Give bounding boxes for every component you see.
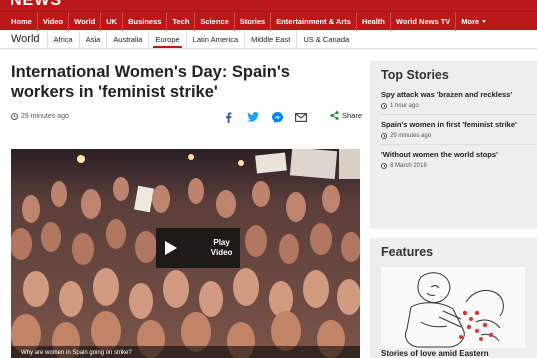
share-icon (330, 111, 339, 120)
subnav-europe[interactable]: Europe (148, 30, 185, 48)
chevron-down-icon (482, 19, 487, 23)
twitter-icon (247, 112, 259, 122)
nav-video[interactable]: Video (38, 11, 70, 31)
nav-world[interactable]: World (69, 11, 102, 31)
article-meta: 29 minutes ago (11, 113, 69, 120)
subnav-australia[interactable]: Australia (106, 30, 148, 48)
top-story-time: 1 hour ago (381, 103, 531, 109)
top-story-time: 29 minutes ago (381, 133, 531, 139)
subnav-asia[interactable]: Asia (78, 30, 107, 48)
nav-science[interactable]: Science (195, 11, 235, 31)
top-banner: NEWS (0, 0, 537, 11)
brand-logo[interactable]: NEWS (10, 0, 62, 10)
share-label: Share (342, 111, 363, 120)
article-headline: International Women's Day: Spain's worke… (11, 63, 290, 101)
main-navigation: Home Video World UK Business Tech Scienc… (0, 11, 537, 31)
feature-illustration-drawing (381, 267, 525, 348)
clock-icon (11, 113, 18, 120)
nav-entertainment-arts[interactable]: Entertainment & Arts (271, 11, 357, 31)
top-story-timestamp: 29 minutes ago (390, 133, 432, 139)
article-timestamp: 29 minutes ago (21, 113, 69, 120)
subnav-us-canada[interactable]: US & Canada (296, 30, 355, 48)
top-story-timestamp: 8 March 2018 (390, 163, 427, 169)
section-navigation: World Africa Asia Australia Europe Latin… (0, 30, 537, 49)
features-title: Features (381, 245, 434, 259)
top-stories-panel: Top Stories Spy attack was 'brazen and r… (370, 61, 537, 229)
subnav-latin-america[interactable]: Latin America (185, 30, 244, 48)
play-icon (156, 228, 185, 268)
top-story-time: 8 March 2018 (381, 163, 531, 169)
nav-health[interactable]: Health (357, 11, 391, 31)
nav-uk[interactable]: UK (101, 11, 124, 31)
top-story-item[interactable]: 'Without women the world stops' 8 March … (381, 144, 537, 174)
clock-icon (381, 103, 387, 109)
clock-icon (381, 163, 387, 169)
facebook-share-button[interactable] (222, 110, 234, 124)
messenger-share-button[interactable] (270, 110, 284, 124)
email-share-button[interactable] (294, 110, 308, 124)
nav-more-label: More (461, 16, 480, 26)
top-story-item[interactable]: Spy attack was 'brazen and reckless' 1 h… (381, 87, 537, 114)
share-button[interactable]: Share (330, 111, 362, 120)
nav-tech[interactable]: Tech (167, 11, 196, 31)
facebook-icon (225, 111, 231, 123)
nav-more[interactable]: More (456, 12, 491, 31)
video-player[interactable]: Play Video Why are women in Spain going … (11, 149, 360, 358)
top-story-headline[interactable]: Spain's women in first 'feminist strike' (381, 120, 531, 130)
nav-stories[interactable]: Stories (235, 11, 272, 31)
nav-home[interactable]: Home (0, 11, 38, 31)
play-video-label: Play Video (210, 238, 233, 257)
features-panel: Features Stories of love amid Eastern (370, 238, 537, 358)
subnav-middle-east[interactable]: Middle East (244, 30, 296, 48)
top-story-item[interactable]: Spain's women in first 'feminist strike'… (381, 114, 537, 144)
play-video-button[interactable]: Play Video (156, 228, 240, 268)
nav-world-news-tv[interactable]: World News TV (391, 11, 457, 31)
subnav-africa[interactable]: Africa (46, 30, 79, 48)
top-stories-title: Top Stories (381, 68, 449, 82)
feature-illustration[interactable] (381, 267, 525, 348)
top-story-headline[interactable]: Spy attack was 'brazen and reckless' (381, 90, 531, 100)
twitter-share-button[interactable] (246, 110, 260, 124)
nav-business[interactable]: Business (123, 11, 168, 31)
top-story-headline[interactable]: 'Without women the world stops' (381, 150, 531, 160)
clock-icon (381, 133, 387, 139)
section-title[interactable]: World (0, 30, 47, 48)
video-caption: Why are women in Spain going on strike? (11, 346, 360, 358)
email-icon (295, 112, 307, 122)
top-story-timestamp: 1 hour ago (390, 103, 419, 109)
messenger-icon (271, 111, 283, 123)
feature-headline[interactable]: Stories of love amid Eastern (381, 349, 489, 358)
